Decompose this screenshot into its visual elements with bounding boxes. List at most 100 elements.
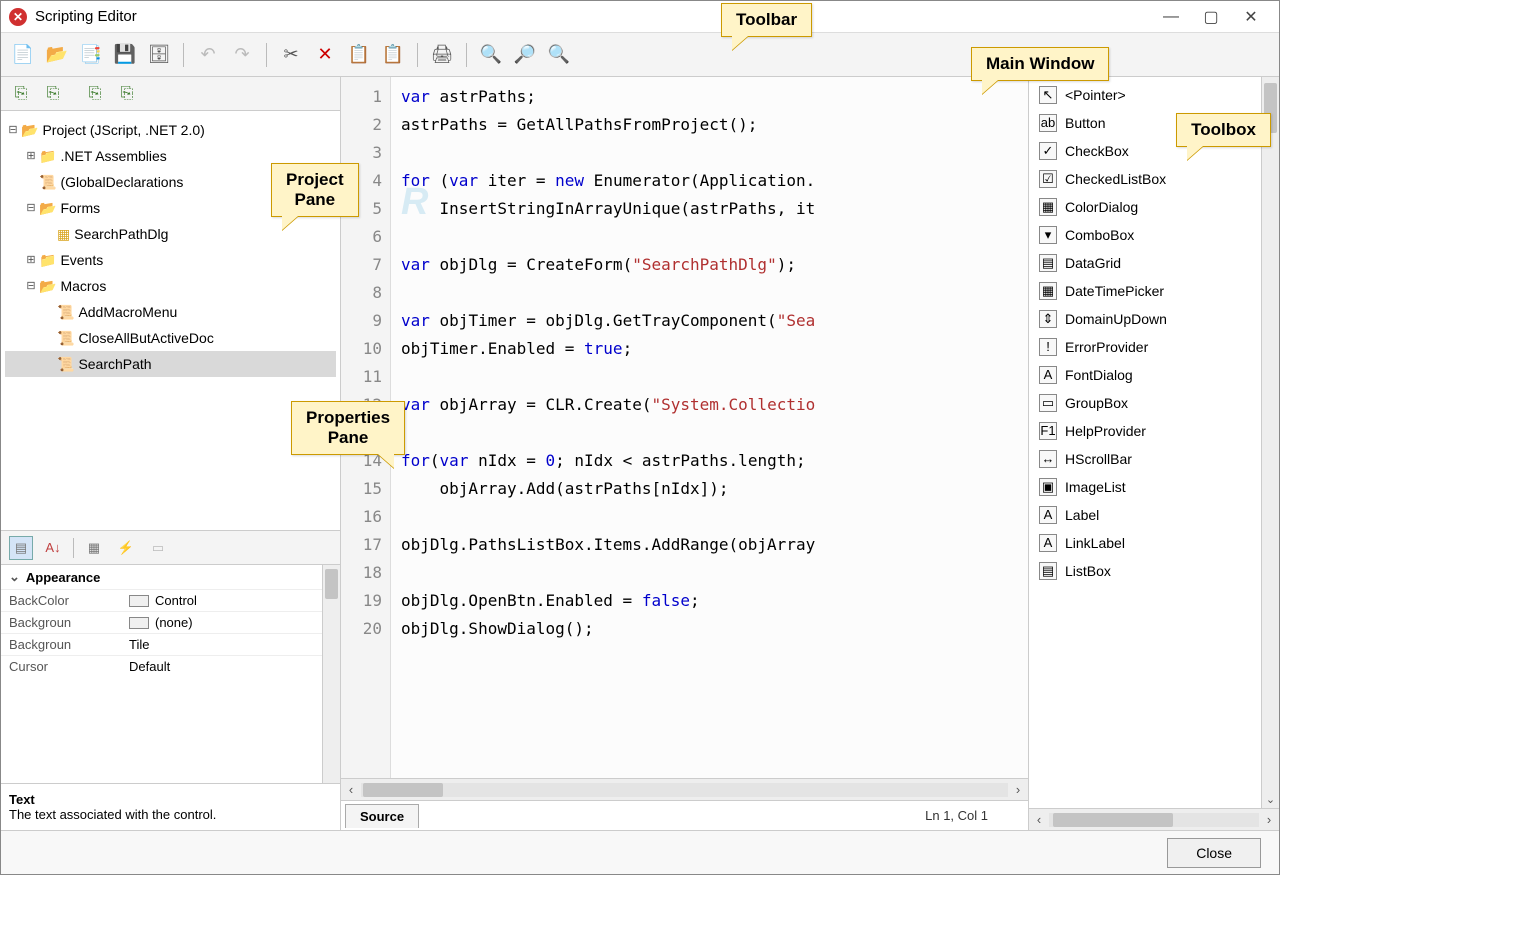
property-row[interactable]: Backgroun(none)	[1, 611, 340, 633]
add-assembly-icon[interactable]: ⎘	[9, 82, 33, 106]
toolbox-item[interactable]: ▦DateTimePicker	[1029, 277, 1261, 305]
scroll-left-icon[interactable]: ‹	[1029, 812, 1049, 827]
toolbox-item[interactable]: ▾ComboBox	[1029, 221, 1261, 249]
cut-icon[interactable]: ✂	[277, 41, 305, 69]
property-value[interactable]: Default	[121, 656, 340, 677]
project-toolbar: ⎘ ⎘ ⎘ ⎘	[1, 77, 340, 111]
toolbox-item-icon: !	[1039, 338, 1057, 356]
property-pages-icon[interactable]: ▭	[146, 536, 170, 560]
property-row[interactable]: CursorDefault	[1, 655, 340, 677]
toolbox-item-label: ImageList	[1065, 476, 1126, 498]
toolbox-item[interactable]: ALinkLabel	[1029, 529, 1261, 557]
find-next-icon[interactable]: 🔎	[511, 41, 539, 69]
toolbox-item-label: CheckedListBox	[1065, 168, 1166, 190]
tree-node-events[interactable]: ⊞📁Events	[5, 247, 336, 273]
property-row[interactable]: BackgrounTile	[1, 633, 340, 655]
property-description: Text The text associated with the contro…	[1, 783, 340, 830]
scrollbar-track[interactable]	[1049, 813, 1259, 827]
save-all-icon[interactable]: 🗄	[145, 41, 173, 69]
tree-root[interactable]: ⊟📂Project (JScript, .NET 2.0)	[5, 117, 336, 143]
property-value[interactable]: (none)	[121, 612, 340, 633]
toolbox-item[interactable]: ▤DataGrid	[1029, 249, 1261, 277]
toolbox-item-label: Button	[1065, 112, 1105, 134]
scrollbar-thumb[interactable]	[363, 783, 443, 797]
source-tab[interactable]: Source	[345, 804, 419, 828]
code-text[interactable]: var astrPaths; astrPaths = GetAllPathsFr…	[391, 77, 1028, 778]
callout-properties-pane: Properties Pane	[291, 401, 405, 455]
toolbox-item[interactable]: ↔HScrollBar	[1029, 445, 1261, 473]
property-name: Backgroun	[1, 634, 121, 655]
toolbox-pane: ↖<Pointer>abButton✓CheckBox☑CheckedListB…	[1029, 77, 1279, 830]
tree-label: Macros	[60, 273, 106, 299]
categorized-icon[interactable]: ▤	[9, 536, 33, 560]
toolbox-item[interactable]: ▦ColorDialog	[1029, 193, 1261, 221]
open-icon[interactable]: 📂	[43, 41, 71, 69]
scroll-right-icon[interactable]: ›	[1259, 812, 1279, 827]
new-icon[interactable]: 📄	[9, 41, 37, 69]
toolbox-item-icon: ab	[1039, 114, 1057, 132]
print-icon[interactable]: 🖨	[428, 41, 456, 69]
properties-icon[interactable]: ▦	[82, 536, 106, 560]
minimize-button[interactable]: —	[1151, 8, 1191, 26]
scrollbar-thumb[interactable]	[1053, 813, 1173, 827]
add-macro-icon[interactable]: ⎘	[115, 82, 139, 106]
delete-icon[interactable]: ✕	[311, 41, 339, 69]
toolbox-item-label: FontDialog	[1065, 364, 1133, 386]
property-value[interactable]: Control	[121, 590, 340, 611]
paste-icon[interactable]: 📋	[379, 41, 407, 69]
toolbox-item[interactable]: AFontDialog	[1029, 361, 1261, 389]
color-swatch	[129, 617, 149, 629]
toolbox-item[interactable]: ↖<Pointer>	[1029, 81, 1261, 109]
add-event-icon[interactable]: ⎘	[83, 82, 107, 106]
code-area[interactable]: 1234567891011121314151617181920 var astr…	[341, 77, 1028, 778]
toolbox-item[interactable]: F1HelpProvider	[1029, 417, 1261, 445]
scrollbar-track[interactable]	[361, 783, 1008, 797]
redo-icon[interactable]: ↷	[228, 41, 256, 69]
tree-label: Project (JScript, .NET 2.0)	[42, 117, 204, 143]
toolbox-item[interactable]: !ErrorProvider	[1029, 333, 1261, 361]
toolbox-item[interactable]: ⇕DomainUpDown	[1029, 305, 1261, 333]
dialog-footer: Close	[1, 830, 1279, 874]
tree-node-macros[interactable]: ⊟📂Macros	[5, 273, 336, 299]
add-form-icon[interactable]: ⎘	[41, 82, 65, 106]
property-scrollbar[interactable]	[322, 565, 340, 783]
save-icon[interactable]: 💾	[111, 41, 139, 69]
toolbox-item[interactable]: ALabel	[1029, 501, 1261, 529]
toolbox-item-icon: A	[1039, 534, 1057, 552]
property-value[interactable]: Tile	[121, 634, 340, 655]
separator	[73, 538, 74, 558]
toolbox-item[interactable]: ▣ImageList	[1029, 473, 1261, 501]
title-bar: ✕ Scripting Editor — ▢ ✕	[1, 1, 1279, 33]
scroll-right-icon[interactable]: ›	[1008, 782, 1028, 797]
description-body: The text associated with the control.	[9, 807, 332, 822]
scroll-down-icon[interactable]: ⌄	[1262, 793, 1279, 806]
save-as-icon[interactable]: 📑	[77, 41, 105, 69]
alphabetical-icon[interactable]: A↓	[41, 536, 65, 560]
maximize-button[interactable]: ▢	[1191, 7, 1231, 27]
copy-icon[interactable]: 📋	[345, 41, 373, 69]
scrollbar-thumb[interactable]	[325, 569, 338, 599]
tree-node-macro[interactable]: 📜AddMacroMenu	[5, 299, 336, 325]
scroll-left-icon[interactable]: ‹	[341, 782, 361, 797]
toolbox-item[interactable]: ▭GroupBox	[1029, 389, 1261, 417]
tree-node-macro-selected[interactable]: 📜SearchPath	[5, 351, 336, 377]
toolbox-list[interactable]: ↖<Pointer>abButton✓CheckBox☑CheckedListB…	[1029, 77, 1279, 808]
close-window-button[interactable]: ✕	[1231, 7, 1271, 27]
find-icon[interactable]: 🔍	[477, 41, 505, 69]
toolbox-hscrollbar[interactable]: ‹ ›	[1029, 808, 1279, 830]
tree-node-macro[interactable]: 📜CloseAllButActiveDoc	[5, 325, 336, 351]
description-title: Text	[9, 792, 332, 807]
editor-hscrollbar[interactable]: ‹ ›	[341, 778, 1028, 800]
toolbar-separator	[266, 43, 267, 67]
property-category[interactable]: ⌄Appearance	[1, 565, 340, 589]
close-button[interactable]: Close	[1167, 838, 1261, 868]
toolbox-item[interactable]: ▤ListBox	[1029, 557, 1261, 585]
undo-icon[interactable]: ↶	[194, 41, 222, 69]
find-in-files-icon[interactable]: 🔍	[545, 41, 573, 69]
toolbox-item[interactable]: ☑CheckedListBox	[1029, 165, 1261, 193]
events-icon[interactable]: ⚡	[114, 536, 138, 560]
toolbox-vscrollbar[interactable]: ⌄	[1261, 77, 1279, 808]
property-row[interactable]: BackColorControl	[1, 589, 340, 611]
property-grid[interactable]: ⌄Appearance BackColorControlBackgroun(no…	[1, 565, 340, 783]
tree-label: Events	[60, 247, 103, 273]
